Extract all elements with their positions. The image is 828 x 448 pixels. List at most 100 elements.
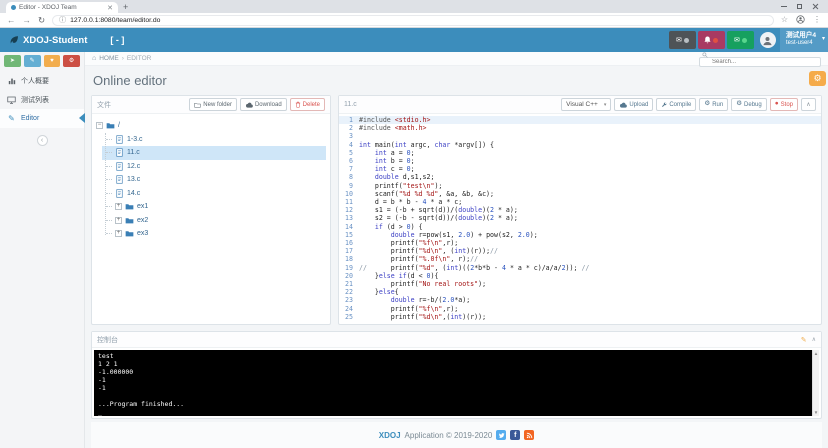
code-text: int b = 0; (359, 157, 415, 165)
line-number: 4 (339, 141, 359, 149)
browser-tab[interactable]: Editor - XDOJ Team ✕ (6, 2, 118, 13)
tree-item-file[interactable]: 12.c (102, 160, 326, 174)
scroll-down-icon[interactable]: ▼ (814, 410, 818, 415)
compile-button[interactable]: Compile (656, 98, 696, 111)
expand-expander-icon[interactable]: + (115, 217, 122, 224)
tree-item-folder[interactable]: + ex3 (102, 227, 326, 241)
code-text: printf("%.0f\n", r);// (359, 255, 478, 263)
line-number: 18 (339, 255, 359, 263)
run-button[interactable]: ⚙ Run (699, 98, 728, 111)
code-line: 17 printf("%d\n", (int)(r));// (339, 247, 821, 255)
expand-expander-icon[interactable]: + (115, 203, 122, 210)
code-text: s1 = (-b + sqrt(d))/(double)(2 * a); (359, 206, 518, 214)
folder-icon (125, 229, 134, 238)
line-number: 2 (339, 124, 359, 132)
editor-collapse-button[interactable]: ∧ (801, 98, 816, 111)
tree-item-file[interactable]: 14.c (102, 187, 326, 201)
sidebar-item-label: 测试列表 (21, 95, 49, 105)
window-minimize-button[interactable] (781, 6, 787, 7)
file-tree[interactable]: −/1-3.c11.c12.c13.c14.c+ex1+ex2+ex3 (92, 114, 330, 324)
back-icon[interactable]: ← (7, 16, 16, 25)
tree-item-folder[interactable]: +ex1 (102, 200, 326, 214)
line-number: 9 (339, 182, 359, 190)
line-number: 1 (339, 116, 359, 124)
brand-link[interactable]: XDOJ-Student (0, 35, 96, 46)
user-menu[interactable]: 测试用户4 test-user4 ▾ (780, 28, 828, 52)
tree-item-file[interactable]: 11.c (102, 146, 326, 160)
tree-item-file[interactable]: 13.c (102, 173, 326, 187)
user-avatar[interactable] (760, 32, 776, 48)
monitor-icon (7, 96, 16, 104)
tree-guide (106, 139, 112, 140)
reload-icon[interactable]: ↻ (38, 16, 45, 25)
settings-fab-button[interactable]: ⚙ (809, 71, 826, 86)
forward-icon[interactable]: → (23, 16, 32, 25)
address-bar[interactable]: ⓘ 127.0.0.1:8080/team/editor.do (52, 15, 774, 26)
line-number: 25 (339, 313, 359, 321)
sidebar-collapse-button[interactable]: ‹ (37, 135, 48, 146)
tasks-button[interactable]: ✉ (727, 31, 754, 49)
sidebar-item-testlist[interactable]: 测试列表 (0, 90, 84, 109)
code-line: 9 printf("test\n"); (339, 182, 821, 190)
window-maximize-button[interactable] (797, 4, 802, 9)
code-editor[interactable]: 1#include <stdio.h>2#include <math.h>3 4… (339, 114, 821, 324)
terminal-output: test 1 2 1 -1.000000 -1 -1 ...Program fi… (94, 350, 819, 416)
collapse-expander-icon[interactable]: − (96, 122, 103, 129)
tree-root-label: / (118, 122, 120, 129)
send-action-button[interactable]: ➤ (4, 55, 21, 67)
tree-item-folder[interactable]: +ex2 (102, 214, 326, 228)
edit-action-button[interactable]: ✎ (24, 55, 41, 67)
code-text: int main(int argc, char *argv[]) { (359, 141, 494, 149)
line-number: 7 (339, 165, 359, 173)
code-text: #include <stdio.h> (359, 116, 430, 124)
terminal[interactable]: test 1 2 1 -1.000000 -1 -1 ...Program fi… (94, 350, 819, 416)
expand-expander-icon[interactable]: + (115, 230, 122, 237)
scroll-up-icon[interactable]: ▲ (814, 351, 818, 356)
cloud-upload-icon (619, 102, 627, 108)
line-number: 14 (339, 223, 359, 231)
tab-favicon-icon (11, 5, 16, 10)
breadcrumb-home[interactable]: HOME (99, 55, 119, 62)
tab-close-icon[interactable]: ✕ (107, 4, 113, 12)
debug-button[interactable]: ⚙ Debug (731, 98, 767, 111)
code-text: scanf("%d %d %d", &a, &b, &c); (359, 190, 494, 198)
new-tab-button[interactable]: + (123, 2, 128, 12)
gear-icon: ⚙ (813, 74, 821, 83)
notifications-button[interactable] (698, 31, 725, 49)
code-line: 3 (339, 132, 821, 140)
code-line: 6 int b = 0; (339, 157, 821, 165)
line-number: 11 (339, 198, 359, 206)
tree-guide (106, 179, 112, 180)
browser-menu-icon[interactable]: ⋮ (813, 16, 821, 24)
terminal-scrollbar[interactable]: ▲ ▼ (812, 350, 819, 416)
delete-button[interactable]: Delete (290, 98, 325, 111)
language-select[interactable]: Visual C++ ▾ (561, 98, 611, 111)
facebook-icon[interactable]: f (510, 430, 520, 440)
new-folder-button[interactable]: New folder (189, 98, 237, 111)
sidebar-item-profile[interactable]: 个人概要 (0, 71, 84, 90)
profile-icon[interactable] (796, 11, 805, 29)
line-number: 19 (339, 264, 359, 272)
tree-root[interactable]: −/ (96, 119, 326, 133)
tree-item-file[interactable]: 1-3.c (102, 133, 326, 147)
twitter-icon[interactable] (496, 430, 506, 440)
trash-icon (295, 101, 301, 108)
edit-console-icon[interactable]: ✎ (801, 336, 807, 344)
window-close-button[interactable] (812, 3, 819, 10)
page-info-icon[interactable]: ⓘ (59, 17, 66, 24)
sidebar-item-editor[interactable]: ✎ Editor (0, 109, 84, 128)
favorite-action-button[interactable]: ♥ (44, 55, 61, 67)
upload-button[interactable]: Upload (614, 98, 653, 111)
search-input[interactable] (699, 57, 821, 67)
download-button[interactable]: Download (240, 98, 287, 111)
messages-button[interactable]: ✉ (669, 31, 696, 49)
tree-item-label: ex3 (137, 230, 148, 237)
code-line: 16 printf("%f\n",r); (339, 239, 821, 247)
code-text (359, 132, 363, 140)
rss-icon[interactable] (524, 430, 534, 440)
bookmark-star-icon[interactable]: ☆ (781, 16, 788, 24)
console-collapse-icon[interactable]: ∧ (812, 336, 816, 343)
stop-button[interactable]: ● Stop (770, 98, 798, 111)
settings-action-button[interactable]: ⚙ (63, 55, 80, 67)
code-line: 19// printf("%d", (int)((2*b*b - 4 * a *… (339, 264, 821, 272)
